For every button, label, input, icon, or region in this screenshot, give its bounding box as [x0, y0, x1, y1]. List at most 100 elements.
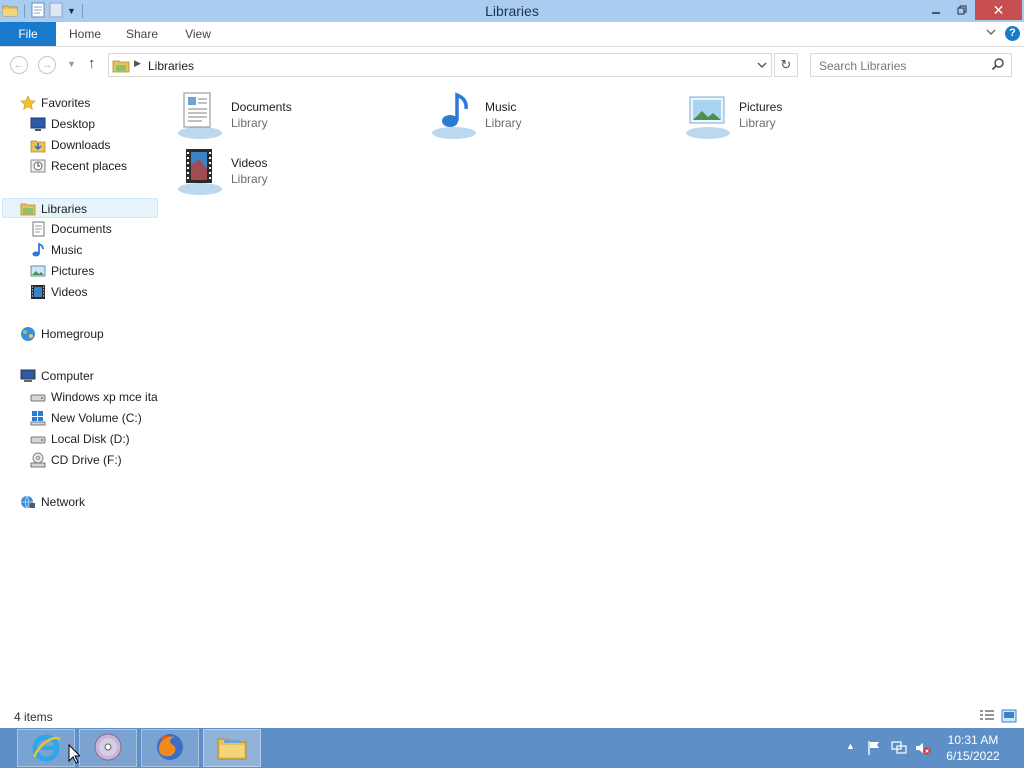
content-pane: Documents Library Music Library Pictures…: [160, 83, 1024, 705]
computer-icon: [20, 368, 36, 384]
cd-icon: [92, 731, 124, 766]
star-icon: [20, 95, 36, 111]
clock-time: 10:31 AM: [947, 733, 999, 747]
nav-label: Windows xp mce ita: [51, 390, 158, 404]
videos-icon: [30, 284, 46, 300]
taskbar-media-player[interactable]: [79, 729, 137, 767]
tab-file[interactable]: File: [0, 22, 56, 46]
nav-label: Recent places: [51, 159, 128, 173]
item-count: 4 items: [14, 710, 53, 724]
drive-icon: [30, 389, 46, 405]
nav-item-pictures[interactable]: Pictures: [30, 261, 155, 281]
expand-ribbon-icon[interactable]: [986, 26, 996, 40]
taskbar-firefox[interactable]: [141, 729, 199, 767]
drive-icon: [30, 431, 46, 447]
library-tile-pictures[interactable]: Pictures Library: [668, 83, 908, 139]
nav-item-music[interactable]: Music: [30, 240, 155, 260]
nav-label: Documents: [51, 222, 112, 236]
large-icons-view-icon[interactable]: [1001, 709, 1017, 723]
taskbar-internet-explorer[interactable]: [17, 729, 75, 767]
nav-homegroup[interactable]: Homegroup: [20, 324, 150, 344]
network-icon: [20, 494, 36, 510]
ribbon-tabs: File Home Share View ?: [0, 22, 1024, 47]
pictures-icon: [30, 263, 46, 279]
nav-computer[interactable]: Computer: [20, 366, 150, 386]
action-center-flag-icon[interactable]: [866, 740, 882, 759]
breadcrumb[interactable]: Libraries: [148, 59, 194, 73]
tab-home[interactable]: Home: [62, 22, 108, 46]
tab-view[interactable]: View: [178, 22, 218, 46]
search-placeholder: Search Libraries: [819, 59, 907, 73]
nav-item-drive-f[interactable]: CD Drive (F:): [30, 450, 155, 470]
tile-name: Documents: [231, 100, 292, 114]
library-tile-documents[interactable]: Documents Library: [160, 83, 400, 139]
window-title: Libraries: [485, 3, 539, 19]
show-hidden-icons-icon[interactable]: ▲: [846, 741, 855, 751]
address-dropdown-icon[interactable]: [757, 60, 767, 72]
documents-icon: [30, 221, 46, 237]
pictures-library-icon: [684, 89, 736, 141]
videos-library-icon: [176, 145, 228, 197]
nav-label: Pictures: [51, 264, 95, 278]
tile-name: Pictures: [739, 100, 783, 114]
up-button[interactable]: ↑: [88, 55, 96, 72]
downloads-icon: [30, 137, 46, 153]
back-button[interactable]: ←: [10, 56, 28, 74]
volume-muted-icon[interactable]: [915, 740, 931, 759]
internet-explorer-icon: [30, 731, 62, 766]
nav-item-drive-xp[interactable]: Windows xp mce ita: [30, 387, 158, 407]
nav-item-drive-d[interactable]: Local Disk (D:): [30, 429, 155, 449]
tile-type: Library: [485, 116, 522, 130]
nav-libraries[interactable]: Libraries: [2, 198, 158, 218]
nav-label: Favorites: [41, 96, 91, 110]
library-tile-music[interactable]: Music Library: [414, 83, 654, 139]
close-button[interactable]: ✕: [975, 0, 1022, 20]
file-explorer-icon: [216, 731, 248, 766]
recent-locations-icon[interactable]: ▼: [67, 59, 76, 69]
search-input[interactable]: Search Libraries: [810, 53, 1012, 77]
refresh-button[interactable]: ↻: [774, 53, 798, 77]
forward-button[interactable]: →: [38, 56, 56, 74]
documents-library-icon: [176, 89, 228, 141]
windows-drive-icon: [30, 410, 46, 426]
system-clock[interactable]: 10:31 AM 6/15/2022: [936, 732, 1010, 764]
cd-drive-icon: [30, 452, 46, 468]
breadcrumb-arrow-icon[interactable]: ▶: [134, 58, 141, 69]
nav-label: Music: [51, 243, 83, 257]
libraries-icon: [112, 58, 130, 77]
homegroup-icon: [20, 326, 36, 342]
taskbar-file-explorer[interactable]: [203, 729, 261, 767]
taskbar: ▲ 10:31 AM 6/15/2022: [0, 728, 1024, 768]
nav-item-drive-c[interactable]: New Volume (C:): [30, 408, 155, 428]
tile-name: Videos: [231, 156, 268, 170]
restore-button[interactable]: [949, 0, 975, 20]
details-view-icon[interactable]: [979, 709, 995, 723]
minimize-button[interactable]: [923, 0, 949, 20]
tile-type: Library: [231, 172, 268, 186]
firefox-icon: [154, 731, 186, 766]
nav-label: Computer: [41, 369, 94, 383]
search-icon[interactable]: [991, 57, 1005, 74]
help-icon[interactable]: ?: [1005, 26, 1020, 41]
music-icon: [30, 242, 46, 258]
library-tile-videos[interactable]: Videos Library: [160, 139, 400, 195]
title-bar: ▼ Libraries ✕: [0, 0, 1024, 22]
nav-network[interactable]: Network: [20, 492, 150, 512]
navigation-pane: Favorites Desktop Downloads Recent place…: [0, 83, 158, 705]
nav-label: Libraries: [41, 202, 88, 216]
nav-item-downloads[interactable]: Downloads: [30, 135, 155, 155]
nav-label: Downloads: [51, 138, 111, 152]
libraries-icon: [20, 201, 36, 217]
nav-label: New Volume (C:): [51, 411, 142, 425]
network-status-icon[interactable]: [891, 740, 907, 759]
nav-favorites[interactable]: Favorites: [20, 93, 150, 113]
nav-item-recent-places[interactable]: Recent places: [30, 156, 155, 176]
address-bar[interactable]: ▶ Libraries: [108, 53, 772, 77]
nav-item-desktop[interactable]: Desktop: [30, 114, 155, 134]
nav-item-videos[interactable]: Videos: [30, 282, 155, 302]
mouse-cursor-icon: [68, 743, 82, 767]
tab-share[interactable]: Share: [120, 22, 164, 46]
desktop-icon: [30, 116, 46, 132]
nav-label: CD Drive (F:): [51, 453, 122, 467]
nav-item-documents[interactable]: Documents: [30, 219, 155, 239]
